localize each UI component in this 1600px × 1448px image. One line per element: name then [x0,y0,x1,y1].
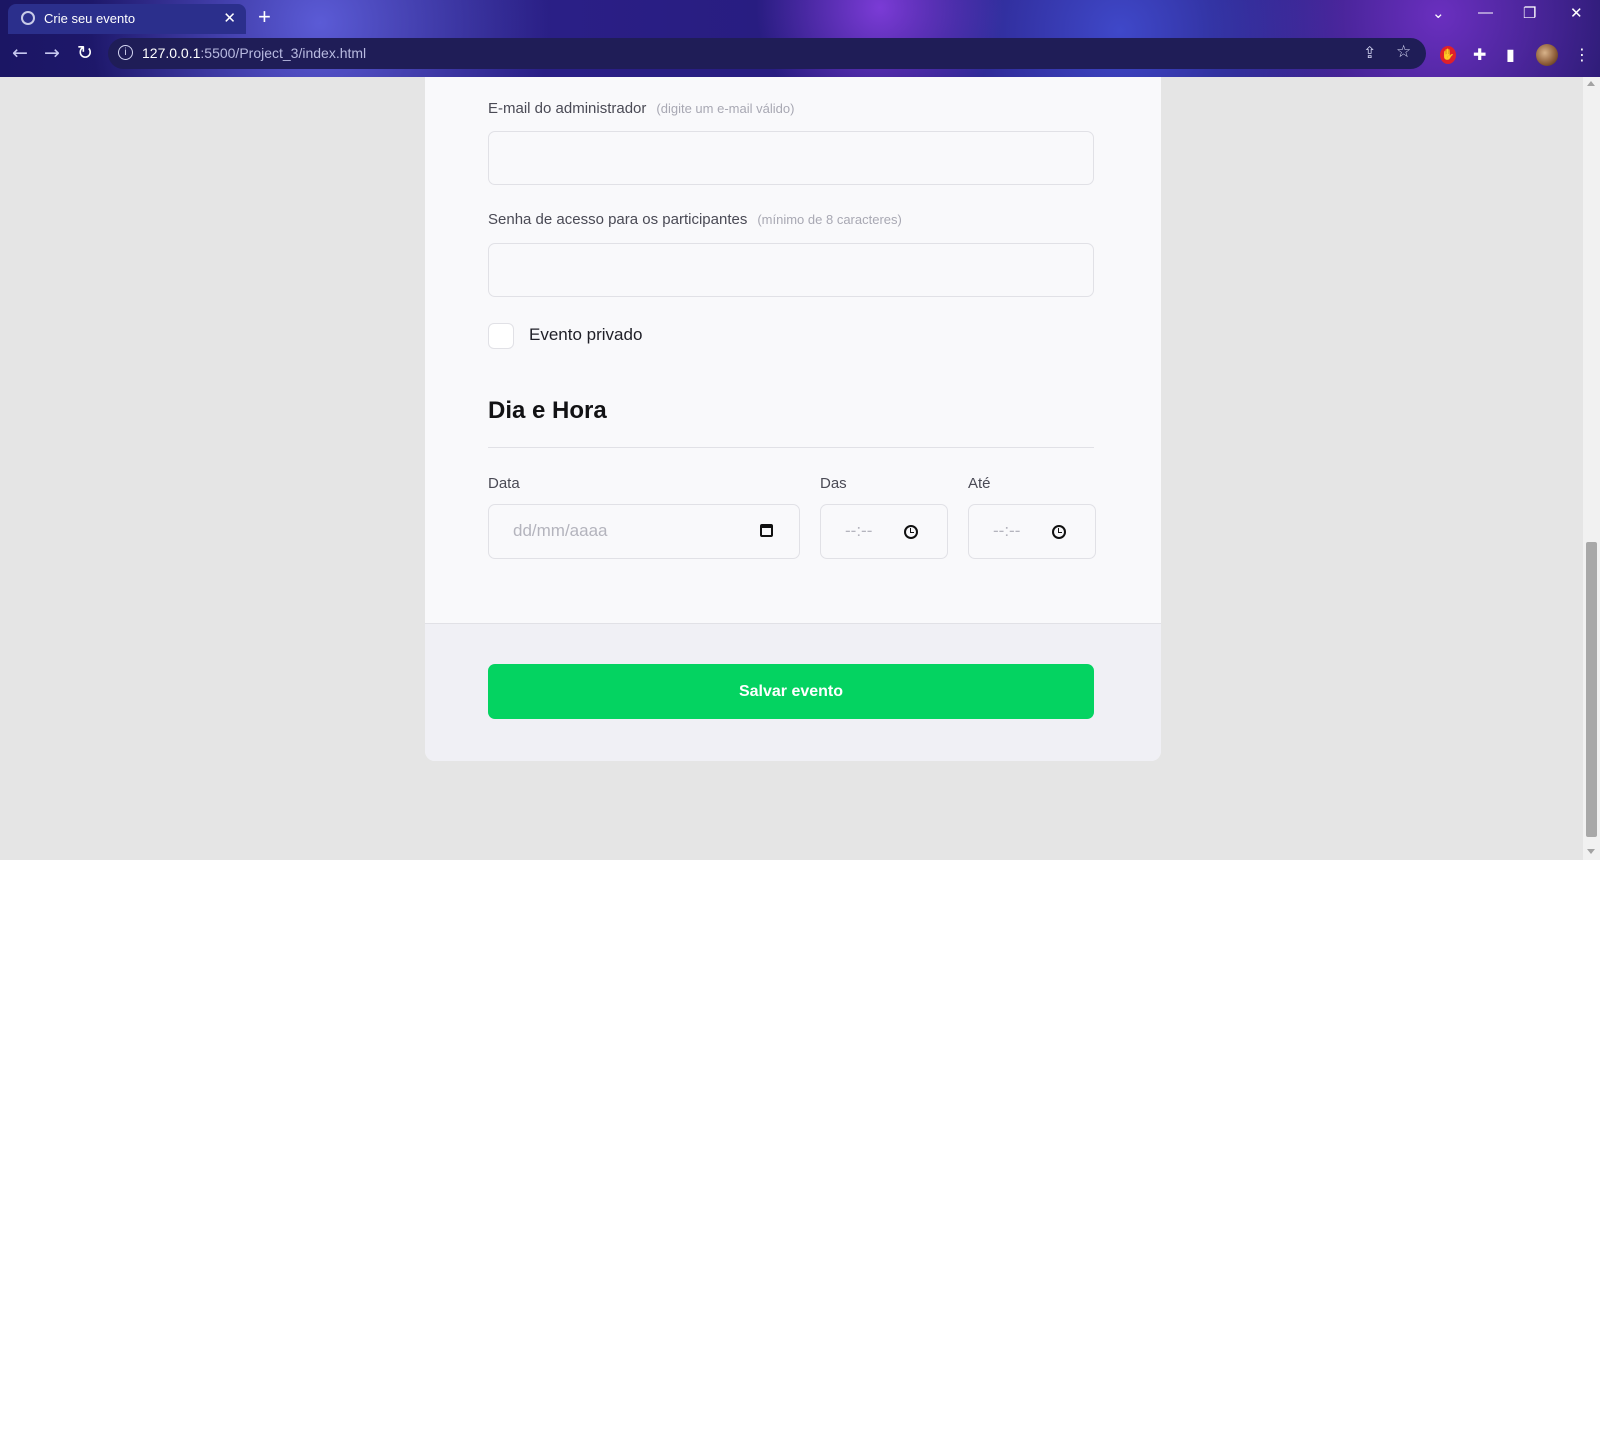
page-viewport: E-mail do administrador (digite um e-mail… [0,77,1600,860]
close-tab-icon[interactable]: ✕ [223,9,236,27]
password-label: Senha de acesso para os participantes (mí… [488,211,902,228]
adblock-extension-icon[interactable]: ✋ [1440,46,1456,64]
date-label: Data [488,475,520,492]
date-placeholder: dd/mm/aaaa [513,521,608,540]
tab-search-icon[interactable]: ⌄ [1432,4,1445,22]
calendar-icon[interactable] [760,524,773,537]
url-path: :5500/Project_3/index.html [200,45,367,61]
form-footer: Salvar evento [425,623,1161,761]
browser-chrome: Crie seu evento ✕ + ⌄ — ❐ ✕ ← → ↻ i 127.… [0,0,1600,77]
from-time-input[interactable]: --:-- [820,504,948,559]
menu-kebab-icon[interactable]: ⋮ [1574,45,1590,64]
site-info-icon[interactable]: i [118,45,133,60]
private-event-label[interactable]: Evento privado [529,325,642,345]
browser-toolbar: ← → ↻ i 127.0.0.1:5500/Project_3/index.h… [0,34,1600,74]
to-time-label: Até [968,475,991,492]
tab-bar: Crie seu evento ✕ + ⌄ — ❐ ✕ [0,0,1600,34]
scrollbar-thumb[interactable] [1586,542,1597,837]
back-icon[interactable]: ← [12,42,28,64]
save-event-button[interactable]: Salvar evento [488,664,1094,719]
email-field[interactable] [488,131,1094,185]
email-label: E-mail do administrador (digite um e-mail… [488,100,794,117]
tab-title: Crie seu evento [44,11,136,26]
share-icon[interactable]: ⇪ [1363,43,1376,63]
section-divider [488,447,1094,448]
scroll-up-arrow-icon[interactable] [1587,81,1595,86]
forward-icon[interactable]: → [44,42,60,64]
browser-tab[interactable]: Crie seu evento ✕ [8,4,246,34]
close-window-icon[interactable]: ✕ [1570,4,1583,22]
reload-icon[interactable]: ↻ [77,42,93,64]
private-event-checkbox[interactable] [488,323,514,349]
extensions-puzzle-icon[interactable]: ✚ [1473,45,1486,64]
new-tab-icon[interactable]: + [258,4,271,30]
password-hint: (mínimo de 8 caracteres) [757,212,902,227]
scroll-down-arrow-icon[interactable] [1587,849,1595,854]
profile-avatar[interactable] [1536,44,1558,66]
bookmark-star-icon[interactable]: ☆ [1396,42,1411,62]
minimize-icon[interactable]: — [1478,4,1493,21]
clock-icon[interactable] [904,525,918,539]
email-hint: (digite um e-mail válido) [656,101,795,116]
password-field[interactable] [488,243,1094,297]
section-title: Dia e Hora [488,397,607,424]
event-form-card: E-mail do administrador (digite um e-mail… [425,77,1161,761]
clock-icon[interactable] [1052,525,1066,539]
password-label-text: Senha de acesso para os participantes [488,211,748,228]
side-panel-icon[interactable]: ▮ [1506,45,1515,64]
restore-icon[interactable]: ❐ [1523,4,1536,22]
date-input[interactable]: dd/mm/aaaa [488,504,800,559]
from-time-placeholder: --:-- [845,521,873,540]
url-text: 127.0.0.1:5500/Project_3/index.html [142,45,366,61]
from-time-label: Das [820,475,847,492]
to-time-placeholder: --:-- [993,521,1021,540]
email-label-text: E-mail do administrador [488,100,647,117]
to-time-input[interactable]: --:-- [968,504,1096,559]
vertical-scrollbar[interactable] [1583,77,1600,860]
globe-icon [21,11,35,25]
address-bar[interactable]: i 127.0.0.1:5500/Project_3/index.html ⇪ … [108,38,1426,69]
url-host: 127.0.0.1 [142,45,201,61]
